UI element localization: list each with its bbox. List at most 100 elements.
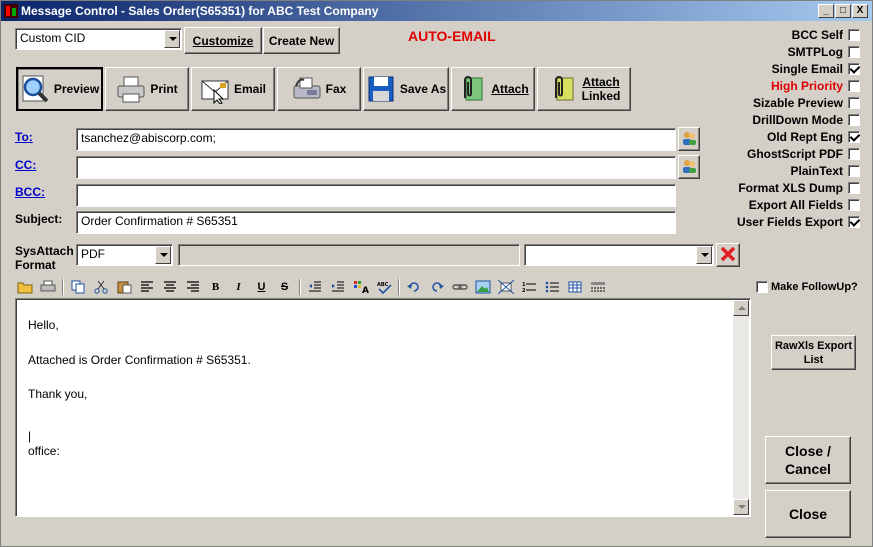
option-high-priority[interactable]: High Priority	[771, 78, 860, 94]
option-format-xls-dump[interactable]: Format XLS Dump	[738, 180, 860, 196]
numbered-list-icon[interactable]: 12	[519, 279, 538, 295]
checkbox[interactable]	[848, 182, 860, 194]
format-select[interactable]: PDF	[76, 244, 173, 266]
title-bar: Message Control - Sales Order(S65351) fo…	[1, 1, 872, 21]
hyperlink-icon[interactable]	[450, 279, 469, 295]
bcc-link[interactable]: BCC:	[15, 185, 45, 199]
option-ghostscript-pdf[interactable]: GhostScript PDF	[747, 146, 860, 162]
option-sizable-preview[interactable]: Sizable Preview	[753, 95, 860, 111]
close-cancel-button[interactable]: Close / Cancel	[765, 436, 851, 484]
chevron-down-icon[interactable]	[696, 246, 712, 264]
chevron-down-icon[interactable]	[164, 30, 180, 48]
italic-button[interactable]: I	[229, 279, 248, 295]
attach-linked-button[interactable]: Attach Linked	[537, 67, 631, 111]
strikethrough-button[interactable]: S	[275, 279, 294, 295]
attach-button[interactable]: Attach	[451, 67, 535, 111]
font-color-icon[interactable]: A	[351, 279, 370, 295]
option-label: Single Email	[771, 62, 843, 76]
fax-icon	[292, 74, 322, 104]
horizontal-rule-icon[interactable]	[588, 279, 607, 295]
save-as-label: Save As	[399, 82, 447, 96]
scroll-up-arrow-icon[interactable]	[733, 300, 749, 316]
bcc-field[interactable]	[76, 184, 676, 207]
spell-check-icon[interactable]: ABC	[374, 279, 393, 295]
checkbox[interactable]	[848, 216, 860, 228]
close-window-button[interactable]: X	[852, 4, 868, 18]
redo-icon[interactable]	[427, 279, 446, 295]
checkbox[interactable]	[848, 46, 860, 58]
print-button[interactable]: Print	[105, 67, 189, 111]
cut-icon[interactable]	[91, 279, 110, 295]
checkbox[interactable]	[848, 165, 860, 177]
option-label: SMTPLog	[787, 45, 843, 59]
checkbox[interactable]	[848, 63, 860, 75]
make-followup-option[interactable]: Make FollowUp?	[756, 281, 858, 293]
editor-scrollbar[interactable]	[733, 300, 749, 515]
attachment-select[interactable]	[524, 244, 714, 266]
underline-button[interactable]: U	[252, 279, 271, 295]
checkbox[interactable]	[848, 199, 860, 211]
to-field[interactable]: tsanchez@abiscorp.com;	[76, 128, 676, 151]
bullet-list-icon[interactable]	[542, 279, 561, 295]
insert-table-icon[interactable]	[565, 279, 584, 295]
chevron-down-icon[interactable]	[155, 246, 171, 264]
option-export-all-fields[interactable]: Export All Fields	[749, 197, 860, 213]
cc-link[interactable]: CC:	[15, 158, 36, 172]
checkbox[interactable]	[848, 148, 860, 160]
checkbox[interactable]	[848, 114, 860, 126]
followup-checkbox[interactable]	[756, 281, 768, 293]
checkbox[interactable]	[848, 97, 860, 109]
option-single-email[interactable]: Single Email	[772, 61, 860, 77]
customize-button[interactable]: Customize	[184, 27, 262, 54]
rawxls-export-list-button[interactable]: RawXls Export List	[771, 335, 856, 370]
option-smtplog[interactable]: SMTPLog	[788, 44, 860, 60]
copy-icon[interactable]	[68, 279, 87, 295]
preview-button[interactable]: Preview	[16, 67, 103, 111]
save-as-button[interactable]: Save As	[363, 67, 449, 111]
bold-button[interactable]: B	[206, 279, 225, 295]
insert-object-icon[interactable]	[496, 279, 515, 295]
align-right-icon[interactable]	[183, 279, 202, 295]
message-body-text: Hello, Attached is Order Confirmation # …	[28, 317, 251, 460]
subject-field[interactable]: Order Confirmation # S65351	[76, 211, 676, 234]
indent-icon[interactable]	[328, 279, 347, 295]
cc-field[interactable]	[76, 156, 676, 179]
fax-button[interactable]: Fax	[277, 67, 361, 111]
app-icon	[4, 4, 18, 18]
option-label: Old Rept Eng	[767, 130, 843, 144]
close-button[interactable]: Close	[765, 490, 851, 538]
option-bcc-self[interactable]: BCC Self	[792, 27, 860, 43]
maximize-button[interactable]: □	[835, 4, 851, 18]
email-button[interactable]: Email	[191, 67, 275, 111]
undo-icon[interactable]	[404, 279, 423, 295]
checkbox[interactable]	[848, 29, 860, 41]
option-drilldown-mode[interactable]: DrillDown Mode	[752, 112, 860, 128]
checkbox[interactable]	[848, 80, 860, 92]
magnifier-icon	[20, 74, 50, 104]
insert-image-icon[interactable]	[473, 279, 492, 295]
cc-address-book-button[interactable]	[678, 155, 700, 179]
minimize-button[interactable]: _	[818, 4, 834, 18]
print-icon[interactable]	[38, 279, 57, 295]
option-user-fields-export[interactable]: User Fields Export	[737, 214, 860, 230]
outdent-icon[interactable]	[305, 279, 324, 295]
option-plaintext[interactable]: PlainText	[791, 163, 860, 179]
scroll-down-arrow-icon[interactable]	[733, 499, 749, 515]
message-body-editor[interactable]: Hello, Attached is Order Confirmation # …	[15, 298, 751, 517]
align-center-icon[interactable]	[160, 279, 179, 295]
to-link[interactable]: To:	[15, 130, 33, 144]
option-old-rept-eng[interactable]: Old Rept Eng	[767, 129, 860, 145]
close-label: Close	[788, 506, 828, 522]
to-address-book-button[interactable]	[678, 127, 700, 151]
fax-label: Fax	[325, 82, 347, 96]
align-left-icon[interactable]	[137, 279, 156, 295]
cid-select[interactable]: Custom CID	[15, 28, 182, 50]
linked-paperclip-icon	[548, 74, 578, 104]
create-new-button[interactable]: Create New	[263, 27, 340, 54]
remove-attachment-button[interactable]	[716, 243, 740, 267]
customize-label: Customize	[192, 33, 254, 48]
paste-icon[interactable]	[114, 279, 133, 295]
open-folder-icon[interactable]	[15, 279, 34, 295]
floppy-disk-icon	[366, 74, 396, 104]
checkbox[interactable]	[848, 131, 860, 143]
